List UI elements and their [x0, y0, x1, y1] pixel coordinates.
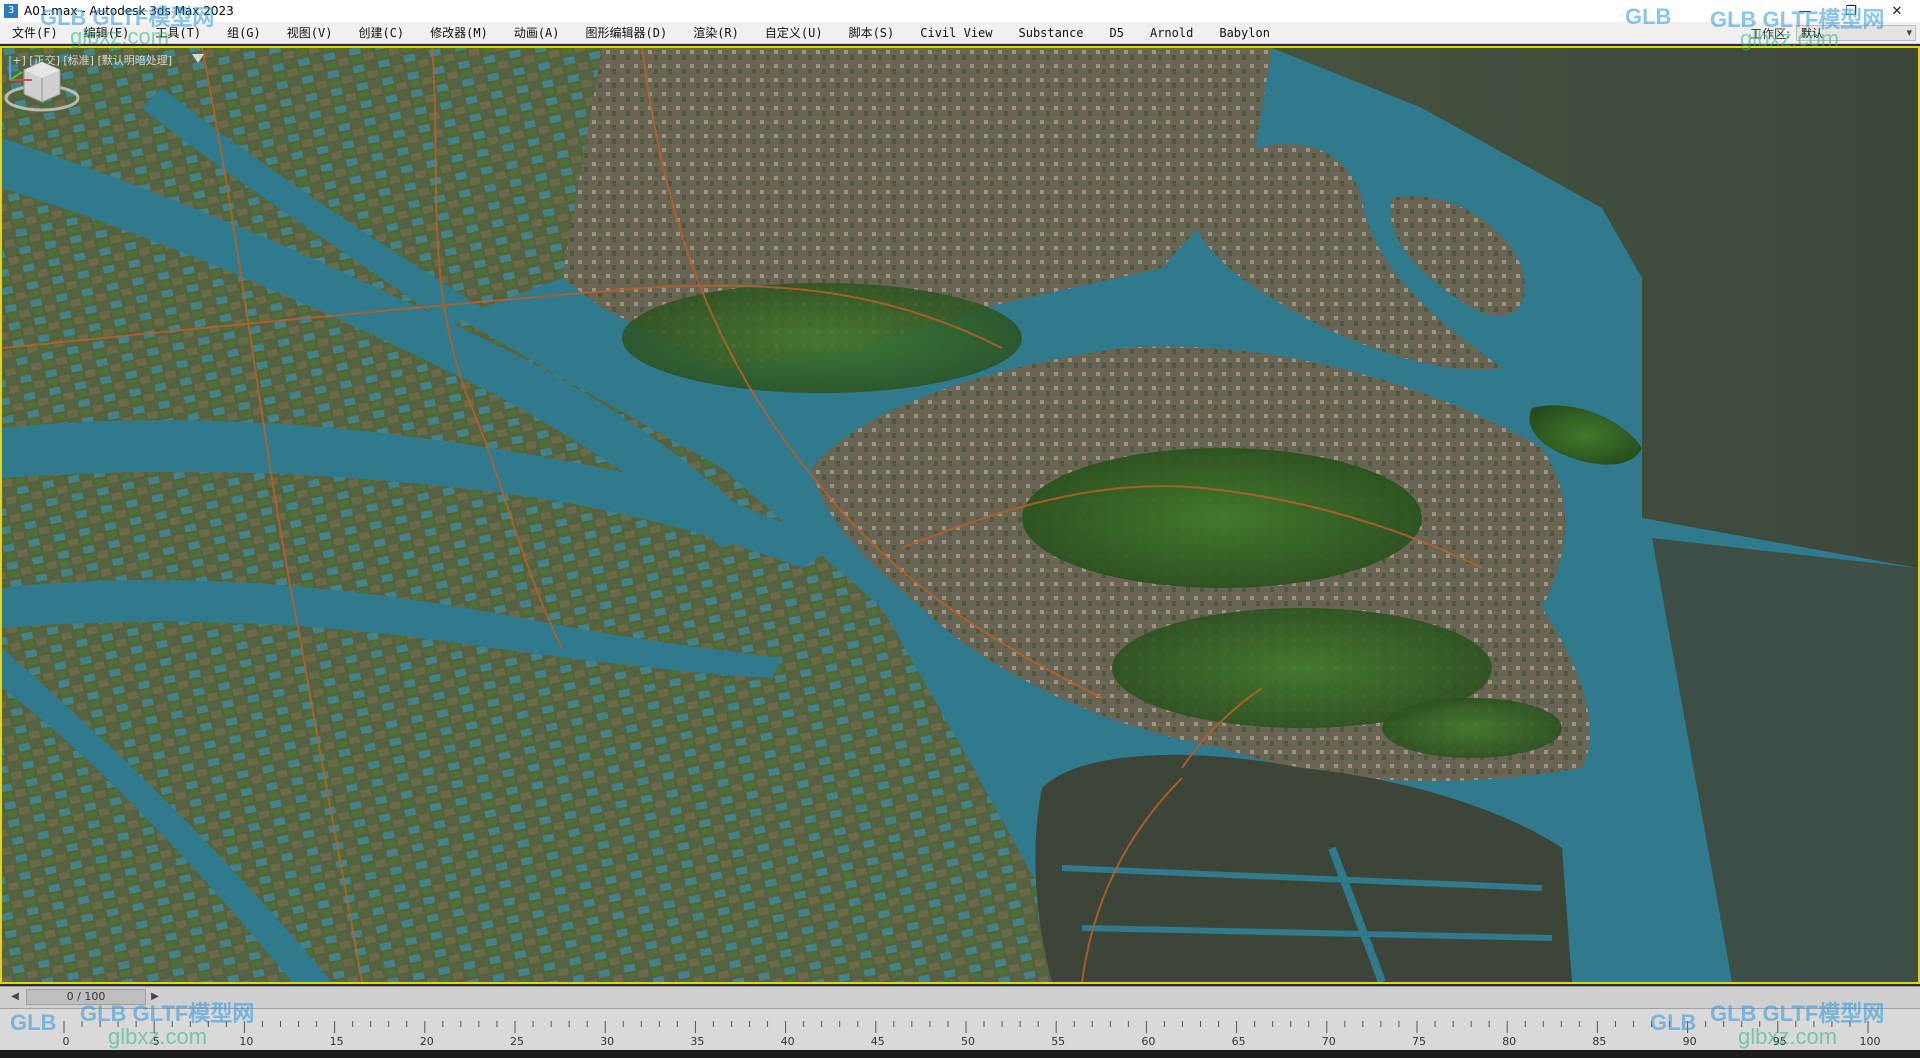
ruler-tick-label: 25	[510, 1035, 524, 1048]
ruler-tick-label: 15	[330, 1035, 344, 1048]
menu-edit[interactable]: 编辑(E)	[84, 24, 130, 41]
menu-substance[interactable]: Substance	[1019, 26, 1084, 40]
menu-graph-editors[interactable]: 图形编辑器(D)	[586, 24, 668, 41]
menu-scripting[interactable]: 脚本(S)	[849, 24, 895, 41]
menu-babylon[interactable]: Babylon	[1219, 26, 1270, 40]
menu-views[interactable]: 视图(V)	[287, 24, 333, 41]
ruler-tick-label: 70	[1322, 1035, 1336, 1048]
app-icon: 3	[4, 4, 18, 18]
window-title: A01.max - Autodesk 3ds Max 2023	[24, 4, 234, 18]
menu-arnold[interactable]: Arnold	[1150, 26, 1193, 40]
workspace-selector: 工作区: 默认	[1750, 24, 1916, 42]
status-bar	[0, 1050, 1920, 1058]
ruler-tick-label: 80	[1502, 1035, 1516, 1048]
title-bar: 3 A01.max - Autodesk 3ds Max 2023 — ❐ ✕	[0, 0, 1920, 22]
close-button[interactable]: ✕	[1874, 0, 1920, 22]
ruler-tick-label: 90	[1683, 1035, 1697, 1048]
axis-tripod-icon	[9, 56, 32, 81]
ruler-tick-label: 0	[63, 1035, 70, 1048]
menu-rendering[interactable]: 渲染(R)	[693, 24, 739, 41]
filter-icon[interactable]	[192, 54, 204, 63]
ruler-tick-label: 100	[1860, 1035, 1881, 1048]
window-controls: — ❐ ✕	[1782, 0, 1920, 22]
menu-group[interactable]: 组(G)	[227, 24, 261, 41]
ruler-tick-label: 75	[1412, 1035, 1426, 1048]
ruler-tick-label: 10	[239, 1035, 253, 1048]
workspace-label: 工作区:	[1749, 26, 1790, 41]
ruler-tick-label: 95	[1773, 1035, 1787, 1048]
next-frame-arrow-icon[interactable]: ▶	[148, 990, 162, 1004]
ruler-tick-label: 55	[1051, 1035, 1065, 1048]
ruler-tick-label: 65	[1232, 1035, 1246, 1048]
track-bar[interactable]: 0 5 10 15 20 25 30 35 40 45 50 55 60 65 70 75 80 85 90 95 10…	[0, 1008, 1920, 1050]
ruler-tick-label: 30	[600, 1035, 614, 1048]
menu-file[interactable]: 文件(F)	[12, 24, 58, 41]
minimize-button[interactable]: —	[1782, 0, 1828, 22]
maximize-button[interactable]: ❐	[1828, 0, 1874, 22]
menu-tools[interactable]: 工具(T)	[155, 24, 201, 41]
menu-civil-view[interactable]: Civil View	[920, 26, 992, 40]
menu-modifiers[interactable]: 修改器(M)	[430, 24, 488, 41]
ruler-tick-label: 20	[420, 1035, 434, 1048]
ruler-tick-label: 50	[961, 1035, 975, 1048]
ruler-tick-label: 85	[1592, 1035, 1606, 1048]
ruler-tick-label: 5	[153, 1035, 160, 1048]
perspective-viewport[interactable]: [+] [正交] [标准] [默认明暗处理]	[0, 46, 1920, 984]
workspace-dropdown[interactable]: 默认	[1796, 25, 1916, 41]
ruler-tick-label: 40	[781, 1035, 795, 1048]
time-slider-thumb[interactable]: 0 / 100	[26, 989, 146, 1005]
terrain-map	[2, 48, 1918, 982]
menu-d5[interactable]: D5	[1110, 26, 1124, 40]
time-slider[interactable]: ◀ 0 / 100 ▶	[0, 986, 1920, 1008]
menu-create[interactable]: 创建(C)	[358, 24, 404, 41]
menu-animation[interactable]: 动画(A)	[514, 24, 560, 41]
prev-frame-arrow-icon[interactable]: ◀	[8, 990, 22, 1004]
ruler-tick-label: 35	[690, 1035, 704, 1048]
ruler-tick-label: 60	[1141, 1035, 1155, 1048]
frame-ruler: 0 5 10 15 20 25 30 35 40 45 50 55 60 65 70 75 80 85 90 95 10…	[63, 1021, 1881, 1048]
ruler-tick-label: 45	[871, 1035, 885, 1048]
menu-customize[interactable]: 自定义(U)	[765, 24, 823, 41]
menu-bar: 文件(F) 编辑(E) 工具(T) 组(G) 视图(V) 创建(C) 修改器(M…	[0, 22, 1920, 44]
